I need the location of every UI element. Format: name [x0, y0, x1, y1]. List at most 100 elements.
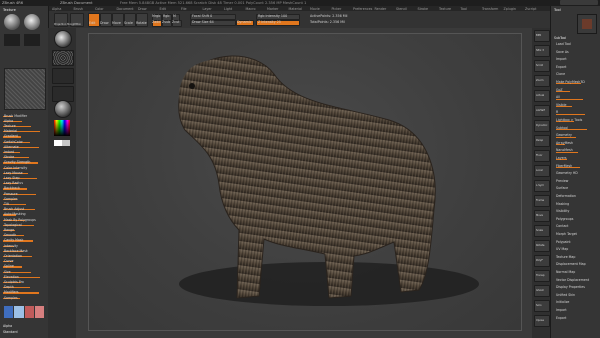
right-tray-row[interactable]: Surface — [554, 186, 598, 191]
right-shelf-button-polyf[interactable]: PolyF — [534, 255, 550, 267]
alpha-preview[interactable] — [4, 68, 46, 110]
right-shelf-button-rotate[interactable]: Rotate — [534, 240, 550, 252]
menu-item-movie[interactable]: Movie — [310, 7, 320, 11]
menu-item-draw[interactable]: Draw — [138, 7, 147, 11]
right-tray-row[interactable]: Subtool — [554, 126, 598, 131]
menu-item-edit[interactable]: Edit — [160, 7, 166, 11]
right-shelf-button-floor[interactable]: Floor — [534, 150, 550, 162]
stroke-thumbnail[interactable] — [24, 14, 40, 30]
left-tray-row[interactable]: Texture — [3, 124, 45, 128]
menu-item-material[interactable]: Material — [289, 7, 302, 11]
alpha-icon[interactable] — [52, 68, 74, 84]
left-tray-row[interactable]: Lazy Step — [3, 176, 45, 180]
alpha-thumbnail[interactable] — [4, 34, 20, 46]
shaggy-dog-model[interactable] — [89, 34, 521, 330]
left-tray-row[interactable]: Smooth — [3, 233, 45, 238]
menu-item-alpha[interactable]: Alpha — [52, 7, 61, 11]
menu-item-layer[interactable]: Layer — [203, 7, 212, 11]
left-tray-row[interactable]: Backtrack — [3, 186, 45, 191]
left-tray-row[interactable]: Range — [3, 228, 45, 232]
material-icon[interactable] — [54, 100, 72, 118]
menu-item-light[interactable]: Light — [224, 7, 232, 11]
right-shelf-button-transp[interactable]: Transp — [534, 270, 550, 282]
menu-item-zscript[interactable]: Zscript — [525, 7, 536, 11]
left-tray-row[interactable]: Elevation — [3, 275, 45, 279]
left-tray-row[interactable]: Depth — [3, 285, 45, 290]
right-tray-row[interactable]: Make PolyMesh3D — [554, 80, 598, 85]
menu-item-marker[interactable]: Marker — [267, 7, 278, 11]
swatch-4[interactable] — [34, 306, 44, 318]
left-tray-row[interactable]: Lazy Radius — [3, 181, 45, 186]
right-tray-row[interactable]: Import — [554, 308, 598, 313]
window-controls[interactable] — [560, 0, 598, 5]
right-tray-row[interactable]: Normal Map — [554, 270, 598, 275]
left-tray-row[interactable]: Spline — [3, 264, 45, 269]
right-shelf-button-ghost[interactable]: Ghost — [534, 285, 550, 297]
right-shelf-button-spix-3[interactable]: SPix 3 — [534, 45, 550, 57]
menu-item-picker[interactable]: Picker — [332, 7, 342, 11]
menu-item-stroke[interactable]: Stroke — [418, 7, 429, 11]
right-tray-row[interactable]: FiberMesh — [554, 164, 598, 169]
color-picker-icon[interactable] — [54, 120, 70, 136]
right-tray-row[interactable]: R — [554, 110, 598, 115]
main-color-swatch[interactable] — [54, 140, 62, 146]
right-tray-row[interactable]: Lightbox > Tools — [554, 118, 598, 123]
left-tray-row[interactable]: Color Intensity — [3, 166, 45, 170]
menu-item-brush[interactable]: Brush — [74, 7, 84, 11]
right-tray-row[interactable]: Initialize — [554, 300, 598, 305]
menu-item-stencil[interactable]: Stencil — [396, 7, 407, 11]
left-tray-row[interactable]: Brush Adjust — [3, 207, 45, 212]
left-tray-row[interactable]: Samples — [3, 296, 45, 300]
right-tray-row[interactable]: All — [554, 95, 598, 100]
left-tray-row[interactable]: Alternate — [3, 145, 45, 149]
menu-item-preferences[interactable]: Preferences — [353, 7, 372, 11]
right-tray-row[interactable]: GoZ — [554, 88, 598, 93]
left-tray-row[interactable]: Orientation — [3, 254, 45, 258]
menu-item-color[interactable]: Color — [95, 7, 104, 11]
secondary-color-swatch[interactable] — [62, 140, 70, 146]
texture-thumbnail[interactable] — [24, 34, 40, 46]
left-tray-row[interactable]: Size — [3, 270, 45, 274]
right-tray-row[interactable]: Vector Displacement — [554, 278, 598, 283]
right-tray-row[interactable]: Masking — [554, 202, 598, 207]
right-tray-row[interactable]: Texture Map — [554, 255, 598, 260]
left-tray-row[interactable]: Stroke — [3, 155, 45, 160]
left-tray-row[interactable]: Brush Modifier — [3, 114, 45, 118]
swatch-1[interactable] — [4, 306, 14, 318]
left-tray-row[interactable]: Material — [3, 129, 45, 134]
right-tray-row[interactable]: Geometry HD — [554, 171, 598, 176]
right-tray-row[interactable]: Export — [554, 65, 598, 70]
right-tray-row[interactable]: Deformation — [554, 194, 598, 199]
right-shelf-button-bpr[interactable]: BPR — [534, 30, 550, 42]
menu-item-transform[interactable]: Transform — [482, 7, 498, 11]
right-tray-row[interactable]: Save As — [554, 50, 598, 55]
right-tray-row[interactable]: Preview — [554, 179, 598, 184]
swatch-3[interactable] — [24, 306, 34, 318]
right-shelf-button-persp[interactable]: Persp — [534, 135, 550, 147]
left-tray-row[interactable]: Samples — [3, 197, 45, 201]
right-tray-row[interactable]: Contact — [554, 224, 598, 229]
right-shelf-button-solo[interactable]: Solo — [534, 300, 550, 312]
left-tray-row[interactable]: Lazy Mouse — [3, 171, 45, 175]
left-tray-row[interactable]: Alpha — [3, 119, 45, 123]
tool-thumbnail[interactable] — [577, 14, 597, 34]
menu-item-zplugin[interactable]: Zplugin — [504, 7, 516, 11]
right-tray-row[interactable]: Import — [554, 57, 598, 62]
right-shelf-button-xpose[interactable]: Xpose — [534, 315, 550, 327]
left-tray-row[interactable]: Backface Mask — [3, 249, 45, 253]
left-tray-row[interactable]: Imbed — [3, 150, 45, 154]
left-tray-row[interactable]: Tilt — [3, 202, 45, 206]
menu-item-texture[interactable]: Texture — [439, 7, 451, 11]
right-tray-row[interactable]: Layers — [554, 156, 598, 161]
left-tray-row[interactable]: Topological — [3, 223, 45, 227]
left-tray-row[interactable]: Cavity Mask — [3, 238, 45, 243]
right-tray-row[interactable]: Morph Target — [554, 232, 598, 237]
left-tray-row[interactable]: Sculptris Pro — [3, 280, 45, 284]
right-tray-row[interactable]: Unified Skin — [554, 293, 598, 298]
left-tray-row[interactable]: Curve — [3, 259, 45, 264]
left-tray-row[interactable]: Modifiers — [3, 290, 45, 295]
left-tray-row[interactable]: SwitchColor — [3, 140, 45, 144]
menu-item-macro[interactable]: Macro — [246, 7, 256, 11]
right-tray-row[interactable]: Clone — [554, 72, 598, 77]
right-tray-row[interactable]: NanoMesh — [554, 148, 598, 153]
